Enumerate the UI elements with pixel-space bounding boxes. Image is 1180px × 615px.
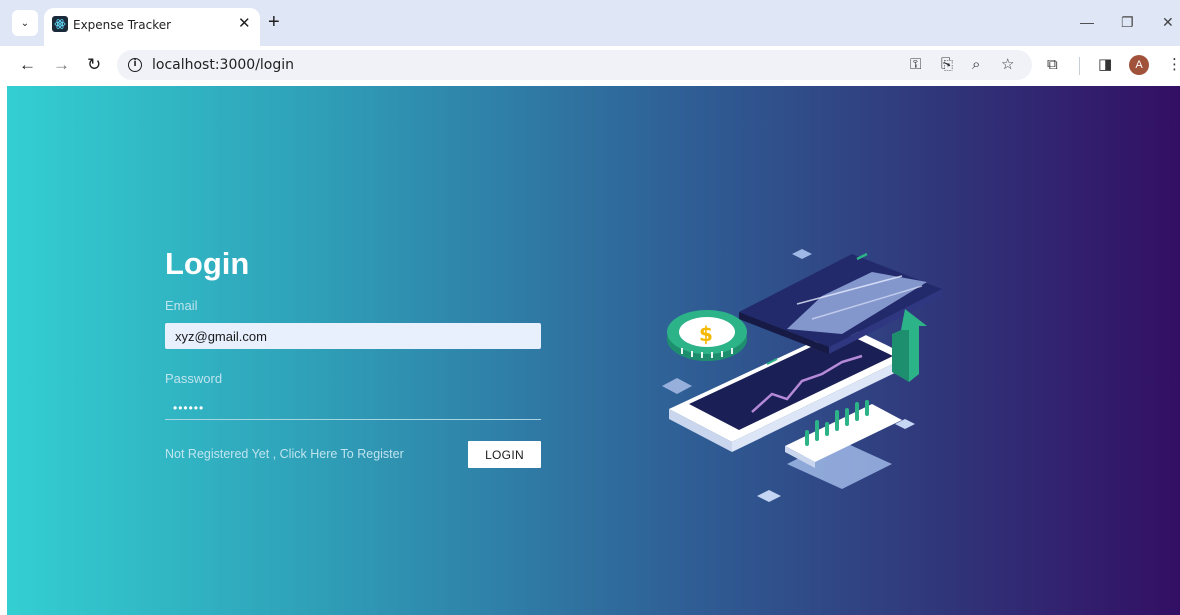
finance-illustration: $ [662, 249, 942, 502]
profile-avatar[interactable]: A [1129, 55, 1149, 75]
address-bar[interactable]: i localhost:3000/login ⚿ ⎘ ⌕ ☆ [117, 50, 1032, 80]
browser-toolbar: ← → ↻ i localhost:3000/login ⚿ ⎘ ⌕ ☆ [0, 46, 1180, 86]
react-logo-icon [52, 16, 68, 32]
toolbar-divider [1079, 57, 1080, 75]
close-window-icon[interactable]: ✕ [1162, 13, 1174, 31]
chevron-down-icon: ⌄ [20, 17, 30, 29]
floor-tile-small [757, 490, 781, 502]
restore-icon[interactable]: ❐ [1121, 13, 1134, 31]
zoom-icon[interactable]: ⌕ [972, 55, 980, 75]
tab-title: Expense Tracker [73, 18, 172, 32]
new-tab-button[interactable]: + [268, 11, 280, 33]
bookmark-star-icon[interactable]: ☆ [1001, 55, 1014, 75]
active-tab[interactable]: Expense Tracker ✕ [44, 8, 260, 46]
page-title: Login [165, 246, 250, 281]
minimize-icon[interactable]: — [1080, 13, 1094, 31]
password-label: Password [165, 371, 223, 386]
floor-tile-left [662, 378, 692, 394]
email-field[interactable] [165, 323, 541, 349]
back-icon[interactable]: ← [19, 55, 36, 75]
side-panel-icon[interactable]: ◨ [1098, 55, 1112, 75]
close-tab-icon[interactable]: ✕ [238, 15, 251, 33]
password-field[interactable] [165, 396, 541, 420]
tab-search-button[interactable]: ⌄ [12, 10, 38, 36]
tab-bar: ⌄ Expense Tracker ✕ + — ❐ ✕ [0, 0, 1180, 46]
dollar-sign-icon: $ [699, 322, 713, 346]
email-label: Email [165, 298, 198, 313]
extensions-icon[interactable]: ⧉ [1047, 55, 1058, 75]
install-app-icon[interactable]: ⎘ [941, 55, 953, 75]
tile-top [792, 249, 812, 259]
page-viewport: Login Email Password Not Registered Yet … [7, 86, 1180, 615]
key-icon[interactable]: ⚿ [910, 55, 921, 75]
menu-kebab-icon[interactable]: ⋮ [1167, 55, 1180, 75]
forward-icon[interactable]: → [53, 55, 70, 75]
url-text[interactable]: localhost:3000/login [152, 57, 294, 73]
reload-icon[interactable]: ↻ [87, 55, 101, 75]
login-button[interactable]: LOGIN [468, 441, 541, 468]
register-link[interactable]: Not Registered Yet , Click Here To Regis… [165, 447, 404, 461]
site-info-icon[interactable]: i [128, 58, 142, 72]
